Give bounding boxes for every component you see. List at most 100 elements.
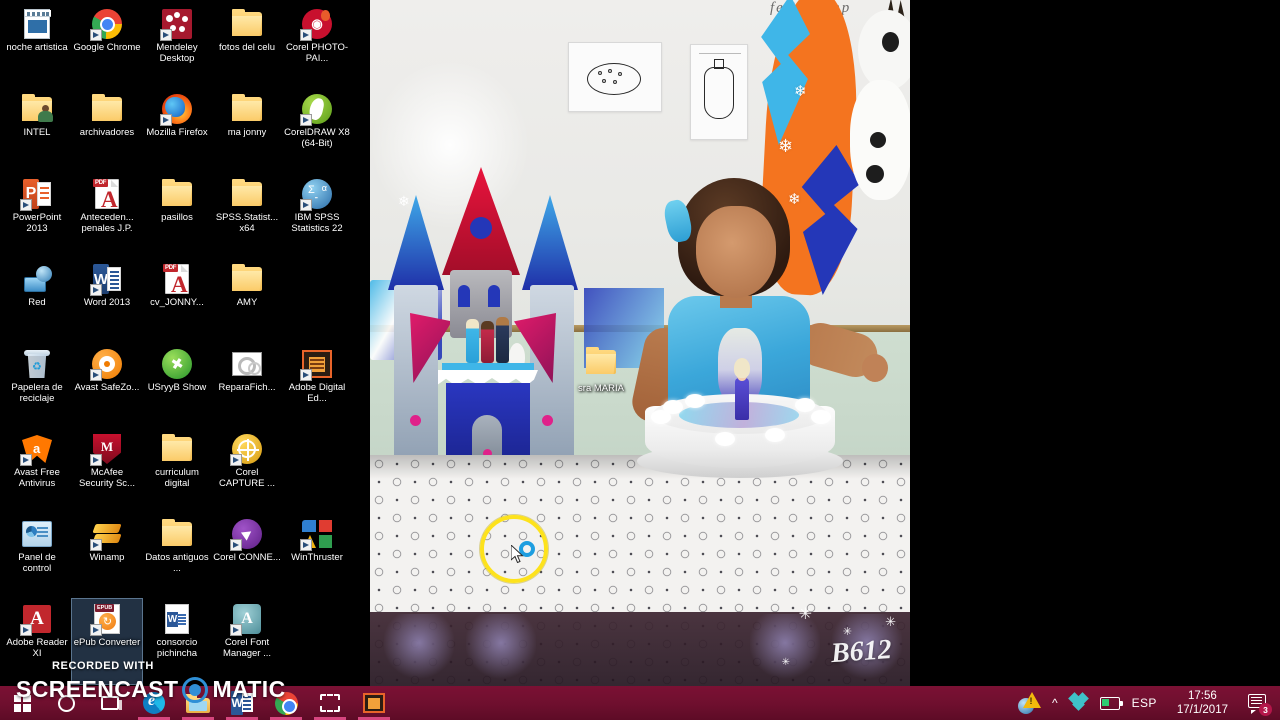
tray-clock[interactable]: 17:56 17/1/2017 (1163, 686, 1242, 720)
desktop-icon-label: Word 2013 (83, 297, 131, 308)
desktop-icon-intel[interactable]: INTEL (2, 89, 72, 174)
pdf-file-icon: PDF A (163, 264, 189, 297)
desktop-icon-adobe-digital-editions[interactable]: Adobe Digital Ed... (282, 344, 352, 429)
desktop-icon-label: consorcio pichincha (156, 637, 198, 659)
desktop-icon-datos-antiguos[interactable]: Datos antiguos ... (142, 514, 212, 599)
desktop-icon-label: McAfee Security Sc... (79, 467, 135, 489)
desktop-icon-ma-jonny[interactable]: ma jonny (212, 89, 282, 174)
desktop-icon-label: Google Chrome (73, 42, 141, 53)
desktop-icon-amy[interactable]: AMY (212, 259, 282, 344)
desktop-icon-adobe-reader-xi[interactable]: A Adobe Reader XI (2, 599, 72, 684)
adobe-digital-editions-button[interactable] (352, 686, 396, 720)
spss-icon: Σ α ⁃ (300, 178, 333, 211)
avast-free-icon: a (20, 433, 53, 466)
desktop-icon-label: Anteceden... penales J.P. (80, 212, 134, 234)
file-explorer-button[interactable] (176, 686, 220, 720)
tray-language[interactable]: ESP (1126, 686, 1163, 720)
desktop-icon-corel-connect[interactable]: Corel CONNE... (212, 514, 282, 599)
coreldraw-icon (300, 93, 333, 126)
chrome-button[interactable] (264, 686, 308, 720)
video-playback-area[interactable]: feliz cump ❄ ❄ ❄ (370, 0, 910, 686)
desktop-icon-spss-statistics-x64[interactable]: SPSS.Statist... x64 (212, 174, 282, 259)
clock-date: 17/1/2017 (1176, 704, 1228, 716)
floral-pattern (384, 614, 454, 686)
desktop-icon-panel-de-control[interactable]: Panel de control (2, 514, 72, 599)
folder-icon (161, 178, 193, 210)
snipping-tool-icon (320, 694, 340, 712)
desktop-icon-epub-converter[interactable]: EPUB ↻ ePub Converter (71, 598, 143, 685)
desktop-icon-label: Winamp (89, 552, 125, 563)
desktop-icon-label: Corel Font Manager ... (222, 637, 272, 659)
star-icon: ✳ (842, 626, 852, 638)
desktop-icon-corel-photo-paint[interactable]: ◉ Corel PHOTO-PAI... (282, 4, 352, 89)
desktop-icon-usryyb-show[interactable]: ✖ USryyB Show (142, 344, 212, 429)
dropbox-icon (1067, 692, 1089, 712)
desktop-icon-powerpoint-2013[interactable]: P PowerPoint 2013 (2, 174, 72, 259)
b612-watermark: B612 (830, 633, 893, 670)
desktop-icon-label: Adobe Digital Ed... (288, 382, 346, 404)
desktop-icon-corel-capture[interactable]: Corel CAPTURE ... (212, 429, 282, 514)
tray-action-warning[interactable] (1012, 686, 1046, 720)
task-view-button[interactable] (88, 686, 132, 720)
desktop-icon-label: Datos antiguos ... (145, 552, 209, 574)
desktop-icon-mozilla-firefox[interactable]: Mozilla Firefox (142, 89, 212, 174)
action-center-button[interactable]: 3 (1242, 686, 1274, 720)
action-center-icon: 3 (1248, 694, 1272, 716)
desktop-icon-avast-free-antivirus[interactable]: a Avast Free Antivirus (2, 429, 72, 514)
frozen-castle-decoration: ❄ (380, 165, 595, 495)
olaf-head (858, 10, 910, 90)
edge-button[interactable] (132, 686, 176, 720)
start-button[interactable] (0, 686, 44, 720)
desktop-icon-antecedentes-penales[interactable]: PDF A Anteceden... penales J.P. (72, 174, 142, 259)
desktop-icon-sra-maria[interactable]: sra MARIA (566, 346, 636, 395)
desktop-icon-noche-artistica[interactable]: noche artistica (2, 4, 72, 89)
snipping-tool-button[interactable] (308, 686, 352, 720)
desktop-icon-label: Adobe Reader XI (6, 637, 68, 659)
desktop-icon-coreldraw-x8[interactable]: CorelDRAW X8 (64-Bit) (282, 89, 352, 174)
desktop-icon-avast-safezone[interactable]: Avast SafeZo... (72, 344, 142, 429)
desktop-icon-winthruster[interactable]: WinThruster (282, 514, 352, 599)
desktop-icon-grid: noche artistica Google Chrome Mendeley D… (0, 4, 370, 685)
recycle-bin-icon: ♻ (21, 348, 53, 380)
network-icon (21, 263, 53, 295)
desktop-icon-papelera-de-reciclaje[interactable]: ♻ Papelera de reciclaje (2, 344, 72, 429)
desktop-icon-ibm-spss-statistics-22[interactable]: Σ α ⁃ IBM SPSS Statistics 22 (282, 174, 352, 259)
word-button[interactable]: W (220, 686, 264, 720)
video-file-icon (21, 8, 53, 40)
tray-dropbox[interactable] (1064, 686, 1094, 720)
desktop-icon-label: SPSS.Statist... x64 (215, 212, 279, 234)
desktop-icon-empty (282, 429, 352, 514)
desktop-icon-reparafichero[interactable]: ReparaFich... (212, 344, 282, 429)
desktop-icon-label: sra MARIA (578, 383, 624, 394)
desktop-icon-label: Panel de control (18, 552, 56, 574)
desktop-icon-fotos-del-celu[interactable]: fotos del celu (212, 4, 282, 89)
desktop-icon-pasillos[interactable]: pasillos (142, 174, 212, 259)
folder-icon (161, 518, 193, 550)
taskbar[interactable]: W ^ (0, 686, 1280, 720)
desktop-icon-mendeley-desktop[interactable]: Mendeley Desktop (142, 4, 212, 89)
desktop-icon-cv-jonny[interactable]: PDF A cv_JONNY... (142, 259, 212, 344)
desktop-icon-consorcio-pichincha[interactable]: W consorcio pichincha (142, 599, 212, 684)
control-panel-icon (21, 518, 53, 550)
desktop-icon-label: Avast Free Antivirus (14, 467, 60, 489)
desktop-icon-corel-font-manager[interactable]: A Corel Font Manager ... (212, 599, 282, 684)
usryyb-show-icon: ✖ (161, 348, 193, 380)
desktop-surface[interactable]: noche artistica Google Chrome Mendeley D… (0, 0, 370, 686)
tray-battery[interactable] (1094, 686, 1126, 720)
desktop-icon-winamp[interactable]: Winamp (72, 514, 142, 599)
corel-capture-icon (230, 433, 263, 466)
folder-icon (231, 263, 263, 295)
desktop-icon-mcafee-security-scan[interactable]: M McAfee Security Sc... (72, 429, 142, 514)
desktop-right-region[interactable] (910, 0, 1280, 686)
desktop-icon-label: AMY (236, 297, 258, 308)
cortana-search-button[interactable] (44, 686, 88, 720)
desktop-icon-google-chrome[interactable]: Google Chrome (72, 4, 142, 89)
desktop-icon-archivadores[interactable]: archivadores (72, 89, 142, 174)
tray-show-hidden-button[interactable]: ^ (1046, 686, 1064, 720)
corel-font-manager-icon: A (230, 603, 263, 636)
desktop-icon-curriculum-digital[interactable]: curriculum digital (142, 429, 212, 514)
task-view-icon (101, 696, 122, 710)
desktop-icon-label: ReparaFich... (218, 382, 276, 393)
desktop-icon-red[interactable]: Red (2, 259, 72, 344)
desktop-icon-word-2013[interactable]: W Word 2013 (72, 259, 142, 344)
